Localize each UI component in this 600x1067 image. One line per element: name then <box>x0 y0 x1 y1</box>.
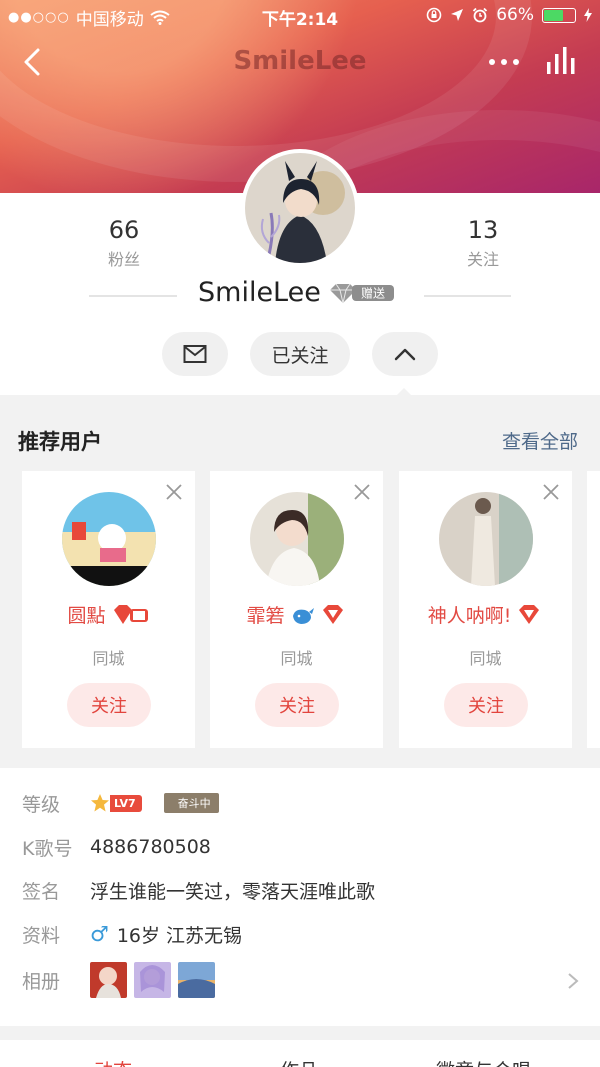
chevron-up-icon <box>394 348 416 361</box>
album-thumbnail[interactable] <box>134 962 171 998</box>
star-icon <box>91 794 109 812</box>
diamond-gift-badge[interactable]: 赠送 <box>328 281 396 305</box>
divider-right <box>424 295 511 297</box>
signature-value: 浮生谁能一笑过，零落天涯唯此歌 <box>90 880 376 903</box>
fans-count: 66 <box>108 216 140 244</box>
album-thumbnail[interactable] <box>178 962 215 998</box>
album-label: 相册 <box>22 970 61 993</box>
user-name[interactable]: 霏箬 <box>246 601 284 628</box>
user-city: 同城 <box>280 649 313 668</box>
cartoon-avatar-image <box>62 492 156 586</box>
content-tabs: 动态 作品 徽章与合唱 <box>0 1040 600 1067</box>
following-label: 关注 <box>466 250 499 269</box>
level-label: 等级 <box>22 793 61 816</box>
vip-level-badge-icon <box>519 604 540 624</box>
girl-photo-avatar-image <box>250 492 344 586</box>
signature-label: 签名 <box>22 880 61 903</box>
kid-label: K歌号 <box>22 837 73 860</box>
rank-badge[interactable]: 奋斗中 <box>163 793 219 813</box>
signature-row: 签名 浮生谁能一笑过，零落天涯唯此歌 <box>22 875 375 905</box>
username: SmileLee <box>198 277 321 308</box>
nav-bar: SmileLee <box>0 32 600 92</box>
vip-level-badge-icon <box>322 604 343 624</box>
user-city: 同城 <box>469 649 502 668</box>
level-badge-text: LV7 <box>110 794 142 812</box>
recommend-card[interactable]: 神人呐啊! 同城 关注 <box>399 471 572 748</box>
tab-activity[interactable]: 动态 <box>94 1056 132 1067</box>
male-gender-icon: ♂ <box>90 922 109 946</box>
vip-year-badge-icon <box>113 604 148 624</box>
location-icon <box>451 9 464 21</box>
stats-icon[interactable] <box>542 42 582 78</box>
recommend-card[interactable]: 霏箬 同城 关注 <box>210 471 383 748</box>
username-row: SmileLee 赠送 <box>0 277 600 313</box>
fans-stat[interactable]: 66 粉丝 <box>64 216 184 270</box>
close-icon[interactable] <box>542 483 560 501</box>
chevron-right-icon[interactable] <box>566 971 580 991</box>
more-icon[interactable] <box>484 44 524 80</box>
recommend-card[interactable]: 圆點 同城 关注 <box>22 471 195 748</box>
follow-button[interactable]: 关注 <box>255 683 339 727</box>
view-all-link[interactable]: 查看全部 <box>502 427 578 454</box>
status-bar: ●●○○○ 中国移动 下午2:14 66% <box>0 0 600 32</box>
user-name[interactable]: 神人呐啊! <box>428 601 512 628</box>
user-avatar[interactable] <box>439 492 533 586</box>
tab-works[interactable]: 作品 <box>280 1056 318 1067</box>
divider-left <box>89 295 177 297</box>
close-icon[interactable] <box>353 483 371 501</box>
whale-icon <box>292 607 314 624</box>
message-button[interactable] <box>162 332 228 376</box>
collapse-button[interactable] <box>372 332 438 376</box>
follow-button[interactable]: 关注 <box>67 683 151 727</box>
profile-row: 资料 ♂ 16岁 江苏无锡 <box>22 919 242 949</box>
anime-avatar-image <box>245 153 355 263</box>
level-row: 等级 LV7 奋斗中 <box>22 788 219 818</box>
kid-row: K歌号 4886780508 <box>22 832 211 862</box>
profile-value: 16岁 江苏无锡 <box>116 924 243 947</box>
alarm-icon <box>473 7 488 23</box>
user-avatar[interactable] <box>62 492 156 586</box>
battery-icon <box>542 7 576 23</box>
following-stat[interactable]: 13 关注 <box>423 216 543 270</box>
following-count: 13 <box>467 216 499 244</box>
close-icon[interactable] <box>165 483 183 501</box>
album-thumbnail[interactable] <box>90 962 127 998</box>
recommend-title: 推荐用户 <box>18 430 102 454</box>
level-badge[interactable]: LV7 <box>90 793 142 813</box>
mail-icon <box>183 345 207 363</box>
user-name[interactable]: 圆點 <box>67 601 105 628</box>
user-city: 同城 <box>92 649 125 668</box>
album-row[interactable]: 相册 <box>22 960 215 1000</box>
battery-percent: 66% <box>496 5 534 25</box>
charging-icon <box>584 8 592 22</box>
recommend-card-peek[interactable] <box>587 471 600 748</box>
orientation-lock-icon <box>426 7 442 23</box>
kid-value: 4886780508 <box>90 836 211 858</box>
followed-button[interactable]: 已关注 <box>250 332 350 376</box>
profile-label: 资料 <box>22 924 61 947</box>
profile-info: 等级 LV7 奋斗中 K歌号 4886780508 签名 浮生谁能一笑过，零落天… <box>0 768 600 1026</box>
follow-button[interactable]: 关注 <box>444 683 528 727</box>
user-avatar[interactable] <box>250 492 344 586</box>
svg-text:赠送: 赠送 <box>361 286 385 301</box>
profile-avatar[interactable] <box>241 149 359 267</box>
fashion-photo-avatar-image <box>439 492 533 586</box>
recommend-section: 推荐用户 查看全部 圆點 同城 关注 霏箬 同城 关注 神人呐啊! 同城 关注 <box>0 396 600 766</box>
fans-label: 粉丝 <box>107 250 140 269</box>
tab-badges-chorus[interactable]: 徽章与合唱 <box>436 1056 531 1067</box>
